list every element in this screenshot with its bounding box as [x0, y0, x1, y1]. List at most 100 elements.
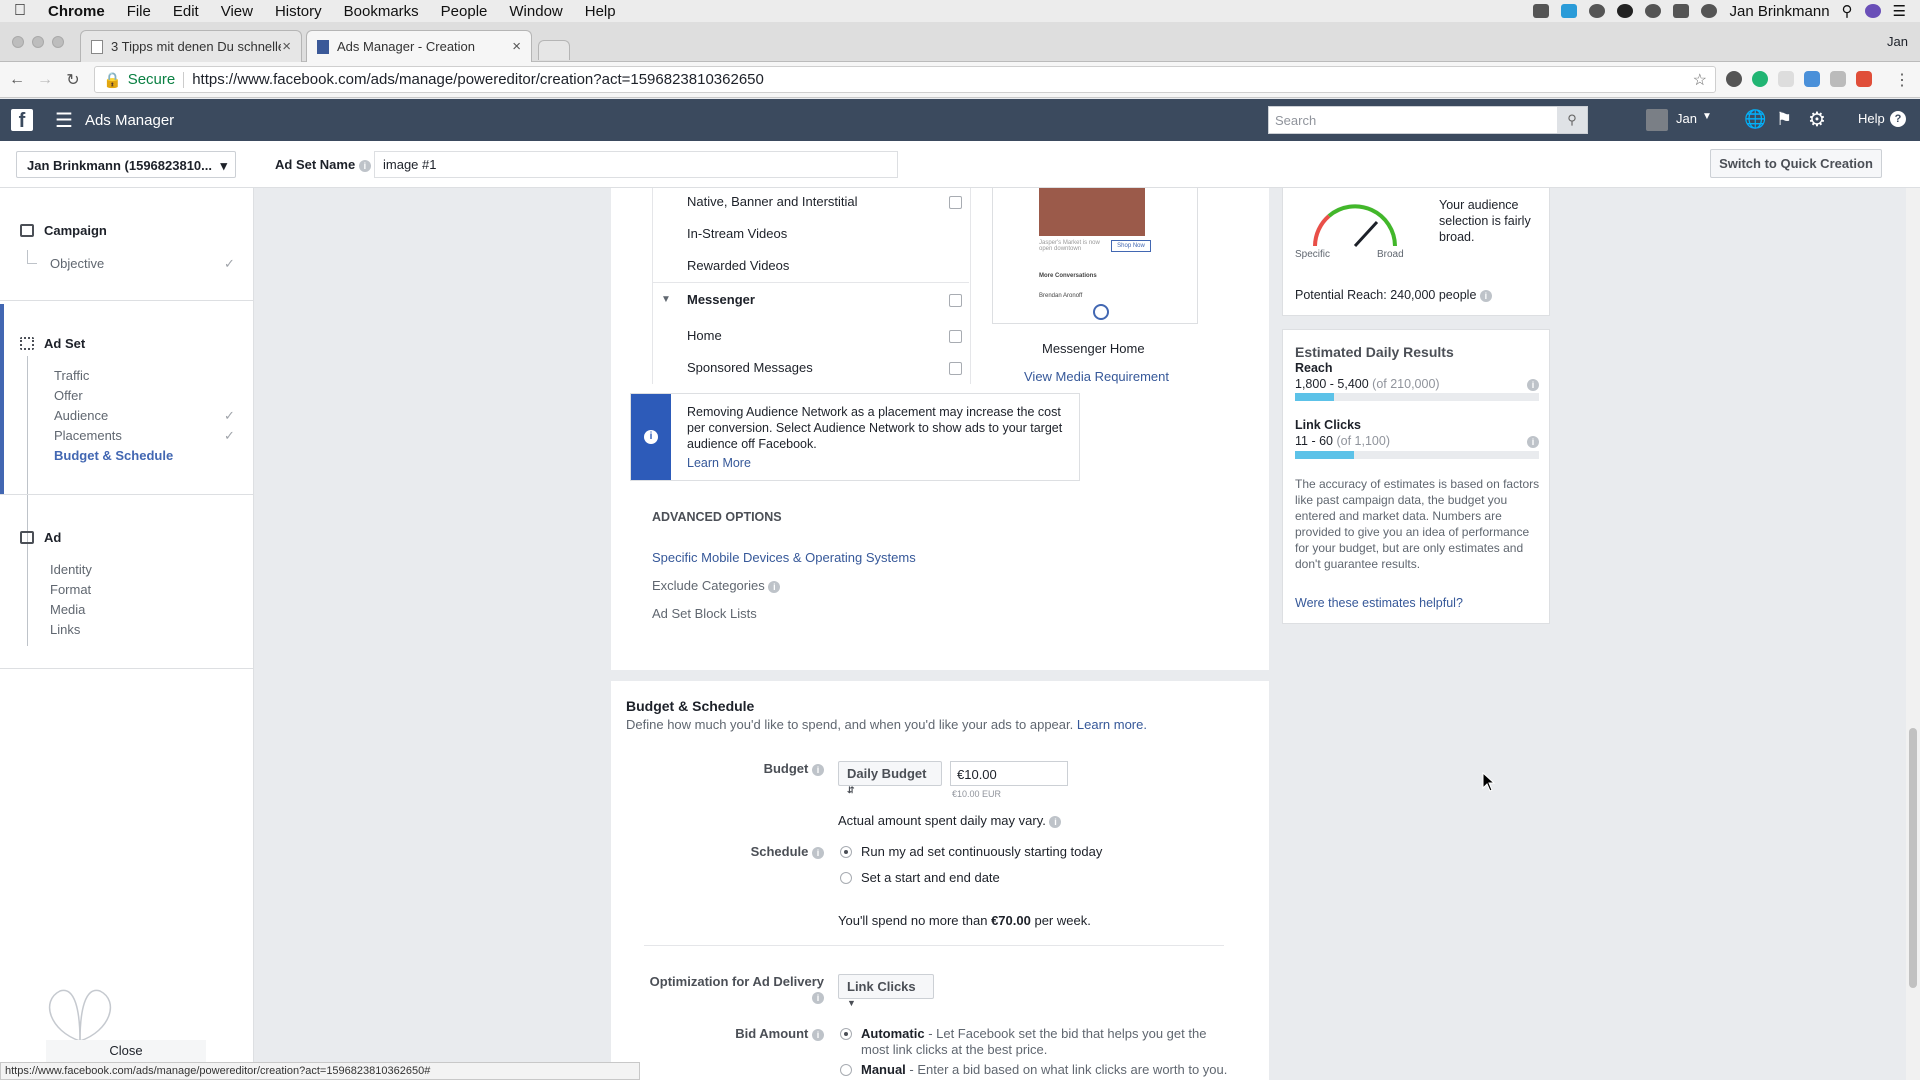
notice-learn-more-link[interactable]: Learn More: [687, 456, 751, 470]
app-status-icon[interactable]: [1561, 4, 1578, 18]
flag-icon[interactable]: ⚑: [1776, 109, 1792, 130]
info-icon[interactable]: i: [1049, 815, 1062, 828]
window-zoom-button[interactable]: [52, 36, 64, 48]
run-continuously-label[interactable]: Run my ad set continuously starting toda…: [861, 844, 1102, 859]
bid-manual-radio[interactable]: [840, 1064, 852, 1076]
ad-set-name-input[interactable]: image #1: [374, 151, 898, 178]
bid-automatic-label[interactable]: Automatic - Let Facebook set the bid tha…: [861, 1026, 1231, 1058]
url-text[interactable]: https://www.facebook.com/ads/manage/powe…: [192, 71, 764, 88]
gear-icon[interactable]: ⚙: [1808, 107, 1826, 132]
hamburger-menu-icon[interactable]: ☰: [55, 108, 73, 133]
window-close-button[interactable]: [12, 36, 24, 48]
grammarly-extension-icon[interactable]: [1752, 71, 1768, 87]
new-tab-button[interactable]: [538, 40, 570, 60]
block-lists-link[interactable]: Ad Set Block Lists: [652, 606, 757, 621]
search-icon[interactable]: ⚲: [1557, 107, 1587, 133]
mobile-devices-link[interactable]: Specific Mobile Devices & Operating Syst…: [652, 550, 916, 565]
window-minimize-button[interactable]: [32, 36, 44, 48]
info-icon[interactable]: i: [768, 580, 781, 593]
sidebar-item-audience[interactable]: Audience: [54, 408, 108, 423]
collapse-triangle-icon[interactable]: ▼: [661, 294, 671, 305]
sidebar-item-format[interactable]: Format: [50, 582, 91, 597]
help-icon[interactable]: ?: [1890, 111, 1906, 127]
airplay-icon[interactable]: [1673, 4, 1690, 18]
sidebar-item-identity[interactable]: Identity: [50, 562, 92, 577]
onepassword-icon[interactable]: [1617, 4, 1634, 18]
chevron-down-icon[interactable]: ▼: [1702, 111, 1712, 122]
learn-more-link[interactable]: Learn more.: [1077, 717, 1147, 732]
account-dropdown[interactable]: Jan Brinkmann (1596823810... ▾: [16, 151, 236, 178]
menu-view[interactable]: View: [221, 3, 253, 20]
info-icon[interactable]: i: [1527, 436, 1539, 448]
info-icon[interactable]: i: [812, 991, 824, 1004]
notification-center-icon[interactable]: ☰: [1893, 2, 1906, 20]
sponsored-messages-checkbox[interactable]: [949, 362, 962, 375]
info-icon[interactable]: i: [812, 763, 824, 776]
switch-quick-creation-button[interactable]: Switch to Quick Creation: [1710, 149, 1882, 178]
extension-icon[interactable]: [1856, 71, 1872, 87]
globe-icon[interactable]: 🌐: [1744, 109, 1766, 130]
browser-tab-2[interactable]: Ads Manager - Creation ×: [306, 30, 532, 62]
exclude-categories-link[interactable]: Exclude Categories i: [652, 578, 781, 593]
onepassword-extension-icon[interactable]: [1726, 71, 1742, 87]
menu-help[interactable]: Help: [585, 3, 616, 20]
menu-people[interactable]: People: [441, 3, 488, 20]
menu-history[interactable]: History: [275, 3, 322, 20]
siri-icon[interactable]: [1864, 4, 1881, 18]
estimates-helpful-link[interactable]: Were these estimates helpful?: [1295, 596, 1463, 610]
start-end-date-radio[interactable]: [840, 872, 852, 884]
info-icon[interactable]: i: [812, 1028, 824, 1041]
help-link[interactable]: Help: [1858, 111, 1885, 126]
sync-icon[interactable]: [1645, 4, 1662, 18]
bid-automatic-radio[interactable]: [840, 1028, 852, 1040]
view-media-requirement-link[interactable]: View Media Requirement: [1024, 369, 1169, 384]
sidebar-item-traffic[interactable]: Traffic: [54, 368, 89, 383]
chrome-menu-icon[interactable]: ⋮: [1894, 70, 1910, 90]
avatar[interactable]: [1646, 109, 1668, 131]
sidebar-item-links[interactable]: Links: [50, 622, 80, 637]
run-continuously-radio[interactable]: [840, 846, 852, 858]
bid-manual-label[interactable]: Manual - Enter a bid based on what link …: [861, 1062, 1227, 1077]
messenger-checkbox[interactable]: [949, 294, 962, 307]
close-tab-icon[interactable]: ×: [282, 38, 291, 55]
messenger-home-checkbox[interactable]: [949, 330, 962, 343]
user-name[interactable]: Jan: [1676, 111, 1697, 126]
profile-name[interactable]: Jan: [1887, 34, 1908, 49]
sidebar-ad-heading[interactable]: Ad: [20, 530, 61, 545]
sidebar-campaign-heading[interactable]: Campaign: [20, 223, 107, 238]
sidebar-item-offer[interactable]: Offer: [54, 388, 83, 403]
budget-type-dropdown[interactable]: Daily Budget ⇵: [838, 761, 942, 795]
page-scrollbar[interactable]: [1906, 188, 1920, 1080]
info-icon[interactable]: i: [1479, 289, 1492, 302]
cloud-icon[interactable]: [1589, 4, 1606, 18]
address-bar[interactable]: 🔒 Secure https://www.facebook.com/ads/ma…: [94, 66, 1716, 93]
reload-icon[interactable]: ↻: [62, 70, 84, 90]
close-tab-icon[interactable]: ×: [512, 38, 521, 55]
menu-window[interactable]: Window: [509, 3, 562, 20]
apple-icon[interactable]: : [14, 2, 26, 20]
bookmark-star-icon[interactable]: ☆: [1693, 70, 1707, 90]
budget-amount-input[interactable]: €10.00: [950, 761, 1068, 786]
spotlight-icon[interactable]: ⚲: [1842, 2, 1853, 20]
fb-search-input[interactable]: Search ⚲: [1268, 106, 1588, 134]
native-banner-checkbox[interactable]: [949, 196, 962, 209]
facebook-logo-icon[interactable]: f: [11, 109, 33, 132]
menu-bookmarks[interactable]: Bookmarks: [344, 3, 419, 20]
time-machine-icon[interactable]: [1701, 4, 1718, 18]
extension-icon[interactable]: [1830, 71, 1846, 87]
info-icon[interactable]: i: [812, 846, 824, 859]
camera-icon[interactable]: [1533, 4, 1550, 18]
menubar-user[interactable]: Jan Brinkmann: [1729, 3, 1829, 20]
menu-app[interactable]: Chrome: [48, 3, 105, 20]
browser-tab-1[interactable]: 3 Tipps mit denen Du schnelle ×: [80, 30, 302, 62]
back-icon[interactable]: ←: [6, 71, 28, 89]
extension-icon[interactable]: [1804, 71, 1820, 87]
start-end-date-label[interactable]: Set a start and end date: [861, 870, 1000, 885]
menu-file[interactable]: File: [127, 3, 151, 20]
sidebar-item-objective[interactable]: Objective: [50, 256, 104, 271]
info-icon[interactable]: i: [358, 159, 371, 172]
menu-edit[interactable]: Edit: [173, 3, 199, 20]
close-guide-button[interactable]: Close: [46, 1040, 206, 1062]
app-title[interactable]: Ads Manager: [85, 112, 174, 129]
sidebar-item-budget-schedule[interactable]: Budget & Schedule: [54, 448, 173, 463]
